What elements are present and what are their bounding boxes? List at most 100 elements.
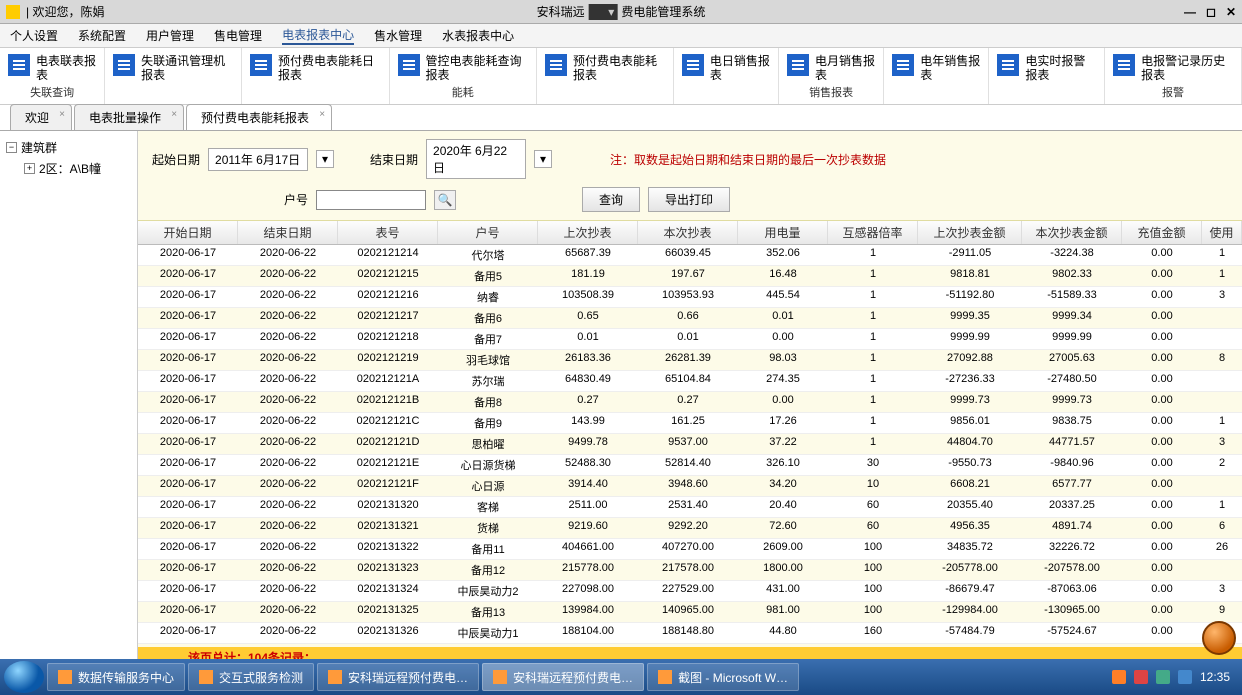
menu-item[interactable]: 电表报表中心 (282, 26, 354, 45)
table-row[interactable]: 2020-06-172020-06-220202131325备用13139984… (138, 602, 1242, 623)
menu-item[interactable]: 系统配置 (78, 27, 126, 44)
column-header[interactable]: 上次抄表 (538, 221, 638, 244)
clock: 12:35 (1200, 670, 1230, 684)
report-icon (682, 54, 704, 76)
menu-item[interactable]: 售水管理 (374, 27, 422, 44)
account-input[interactable] (316, 190, 426, 210)
tray-icon[interactable] (1112, 670, 1126, 684)
taskbar-item[interactable]: 交互式服务检测 (188, 663, 314, 691)
title-dropdown[interactable] (589, 4, 618, 20)
table-row[interactable]: 2020-06-172020-06-220202131327备用159751.8… (138, 644, 1242, 647)
end-date-label: 结束日期 (370, 151, 418, 168)
table-row[interactable]: 2020-06-172020-06-220202131326中辰昊动力11881… (138, 623, 1242, 644)
report-icon (113, 54, 135, 76)
toolbar-button[interactable]: 电实时报警报表 (989, 48, 1105, 104)
menu-item[interactable]: 水表报表中心 (442, 27, 514, 44)
taskbar-item[interactable]: 截图 - Microsoft W… (647, 663, 799, 691)
start-date-picker-icon[interactable]: ▾ (316, 150, 334, 168)
account-label: 户号 (260, 191, 308, 208)
minimize-button[interactable]: — (1184, 5, 1196, 19)
column-header[interactable]: 互感器倍率 (828, 221, 918, 244)
toolbar-button[interactable]: 电年销售报表 (884, 48, 989, 104)
menu-item[interactable]: 个人设置 (10, 27, 58, 44)
toolbar-button[interactable]: 电表联表报表失联查询 (0, 48, 105, 104)
table-row[interactable]: 2020-06-172020-06-220202121218备用70.010.0… (138, 329, 1242, 350)
toolbar-button[interactable]: 预付费电表能耗日报表 (242, 48, 389, 104)
document-tabs: 欢迎×电表批量操作×预付费电表能耗报表× (0, 105, 1242, 131)
end-date-input[interactable]: 2020年 6月22日 (426, 139, 526, 179)
table-row[interactable]: 2020-06-172020-06-220202131320客梯2511.002… (138, 497, 1242, 518)
column-header[interactable]: 本次抄表 (638, 221, 738, 244)
document-tab[interactable]: 电表批量操作× (74, 104, 184, 130)
table-row[interactable]: 2020-06-172020-06-22020212121A苏尔瑞64830.4… (138, 371, 1242, 392)
app-icon (328, 670, 342, 684)
column-header[interactable]: 用电量 (738, 221, 828, 244)
table-row[interactable]: 2020-06-172020-06-22020212121D思柏曜9499.78… (138, 434, 1242, 455)
taskbar-item[interactable]: 数据传输服务中心 (47, 663, 185, 691)
start-date-input[interactable]: 2011年 6月17日 (208, 148, 308, 171)
menu-item[interactable]: 售电管理 (214, 27, 262, 44)
start-button[interactable] (4, 661, 44, 693)
toolbar-button[interactable]: 电报警记录历史报表报警 (1105, 48, 1242, 104)
toolbar: 电表联表报表失联查询失联通讯管理机报表预付费电表能耗日报表管控电表能耗查询报表能… (0, 48, 1242, 105)
document-tab[interactable]: 欢迎× (10, 104, 72, 130)
column-header[interactable]: 结束日期 (238, 221, 338, 244)
tab-close-icon[interactable]: × (319, 109, 325, 120)
title-center: 安科瑞远 费电能管理系统 (537, 3, 706, 20)
report-icon (787, 54, 809, 76)
table-row[interactable]: 2020-06-172020-06-220202131324中辰昊动力22270… (138, 581, 1242, 602)
maximize-button[interactable]: ◻ (1206, 5, 1216, 19)
table-row[interactable]: 2020-06-172020-06-220202131322备用11404661… (138, 539, 1242, 560)
end-date-picker-icon[interactable]: ▾ (534, 150, 552, 168)
toolbar-button[interactable]: 电月销售报表销售报表 (779, 48, 884, 104)
query-button[interactable]: 查询 (582, 187, 640, 212)
table-row[interactable]: 2020-06-172020-06-22020212121C备用9143.991… (138, 413, 1242, 434)
toolbar-button[interactable]: 电日销售报表 (674, 48, 779, 104)
report-icon (398, 54, 420, 76)
report-icon (250, 54, 272, 76)
tab-close-icon[interactable]: × (59, 109, 65, 120)
expand-icon[interactable]: + (24, 163, 35, 174)
export-button[interactable]: 导出打印 (648, 187, 730, 212)
table-row[interactable]: 2020-06-172020-06-220202121214代尔塔65687.3… (138, 245, 1242, 266)
table-row[interactable]: 2020-06-172020-06-22020212121E心日源货梯52488… (138, 455, 1242, 476)
table-row[interactable]: 2020-06-172020-06-22020212121F心日源3914.40… (138, 476, 1242, 497)
tray-icon[interactable] (1134, 670, 1148, 684)
report-icon (1113, 54, 1135, 76)
column-header[interactable]: 上次抄表金额 (918, 221, 1022, 244)
tray-icon[interactable] (1178, 670, 1192, 684)
toolbar-button[interactable]: 失联通讯管理机报表 (105, 48, 242, 104)
tab-close-icon[interactable]: × (171, 109, 177, 120)
toolbar-button[interactable]: 管控电表能耗查询报表能耗 (390, 48, 537, 104)
document-tab[interactable]: 预付费电表能耗报表× (186, 104, 332, 130)
app-icon (6, 5, 20, 19)
table-row[interactable]: 2020-06-172020-06-220202121219羽毛球馆26183.… (138, 350, 1242, 371)
table-row[interactable]: 2020-06-172020-06-220202131321货梯9219.609… (138, 518, 1242, 539)
grid-body[interactable]: 2020-06-172020-06-220202121214代尔塔65687.3… (138, 245, 1242, 647)
close-button[interactable]: ✕ (1226, 5, 1236, 19)
taskbar-item[interactable]: 安科瑞远程预付费电… (317, 663, 479, 691)
column-header[interactable]: 开始日期 (138, 221, 238, 244)
column-header[interactable]: 表号 (338, 221, 438, 244)
collapse-icon[interactable]: − (6, 142, 17, 153)
table-row[interactable]: 2020-06-172020-06-220202121217备用60.650.6… (138, 308, 1242, 329)
column-header[interactable]: 本次抄表金额 (1022, 221, 1122, 244)
assistant-orb-icon[interactable] (1202, 621, 1236, 655)
toolbar-button[interactable]: 预付费电表能耗报表 (537, 48, 674, 104)
system-tray: 12:35 (1112, 670, 1238, 684)
column-header[interactable]: 户号 (438, 221, 538, 244)
table-row[interactable]: 2020-06-172020-06-220202131323备用12215778… (138, 560, 1242, 581)
taskbar-item[interactable]: 安科瑞远程预付费电… (482, 663, 644, 691)
column-header[interactable]: 充值金额 (1122, 221, 1202, 244)
tree-root[interactable]: − 建筑群 (6, 137, 131, 158)
grid-header: 开始日期结束日期表号户号上次抄表本次抄表用电量互感器倍率上次抄表金额本次抄表金额… (138, 221, 1242, 245)
tree-child[interactable]: + 2区：A\B幢 (6, 158, 131, 179)
menu-item[interactable]: 用户管理 (146, 27, 194, 44)
table-row[interactable]: 2020-06-172020-06-22020212121B备用80.270.2… (138, 392, 1242, 413)
table-row[interactable]: 2020-06-172020-06-220202121215备用5181.191… (138, 266, 1242, 287)
search-icon[interactable]: 🔍 (434, 190, 456, 210)
column-header[interactable]: 使用 (1202, 221, 1242, 244)
tray-icon[interactable] (1156, 670, 1170, 684)
table-row[interactable]: 2020-06-172020-06-220202121216纳睿103508.3… (138, 287, 1242, 308)
start-date-label: 起始日期 (152, 151, 200, 168)
